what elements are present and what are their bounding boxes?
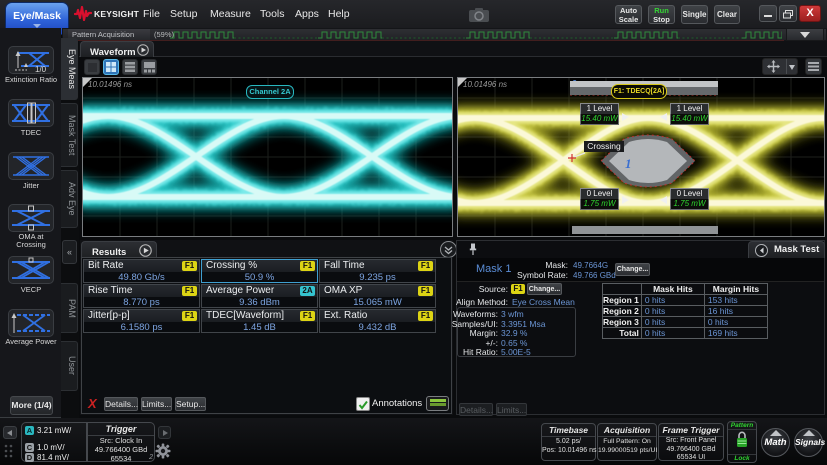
svg-text:1/0: 1/0 (35, 65, 47, 73)
svg-text:1: 1 (625, 156, 632, 171)
